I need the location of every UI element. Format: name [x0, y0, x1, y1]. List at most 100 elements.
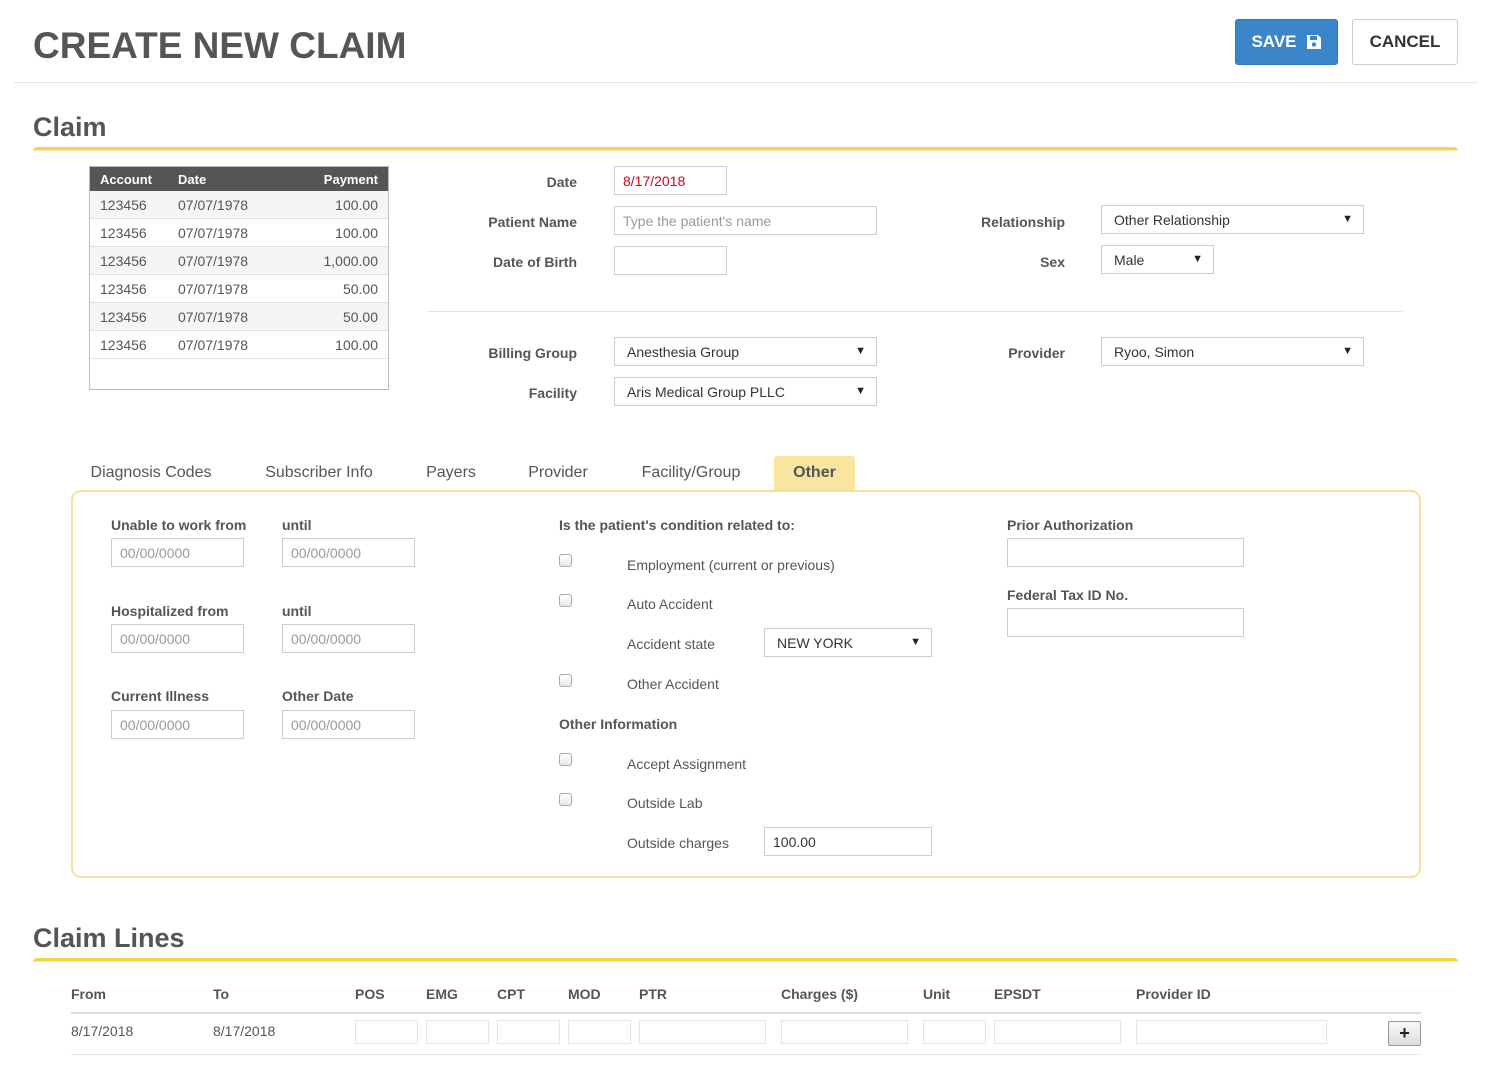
other-date-input[interactable]: 00/00/0000	[282, 710, 415, 739]
current-illness-input[interactable]: 00/00/0000	[111, 710, 244, 739]
date-cell: 07/07/1978	[178, 196, 249, 213]
header-divider	[14, 82, 1478, 83]
col-to: To	[213, 986, 230, 1002]
unable-until-input[interactable]: 00/00/0000	[282, 538, 415, 567]
line-cpt-input[interactable]	[497, 1020, 560, 1044]
claim-lines-header-divider	[71, 1012, 1421, 1014]
tab-other[interactable]: Other	[774, 456, 855, 490]
claim-lines-row-divider	[71, 1054, 1421, 1055]
line-pos-input[interactable]	[355, 1020, 418, 1044]
accident-state-label: Accident state	[627, 636, 715, 652]
account-cell: 123456	[100, 224, 147, 241]
date-label: Date	[546, 174, 577, 190]
col-from: From	[71, 986, 106, 1002]
payment-cell: 50.00	[342, 280, 378, 297]
table-row: 123456 07/07/1978 1,000.00	[90, 247, 388, 275]
caret-down-icon: ▼	[910, 636, 921, 648]
col-cpt: CPT	[497, 986, 525, 1002]
accept-assignment-label: Accept Assignment	[627, 756, 747, 772]
date-cell: 07/07/1978	[178, 252, 249, 269]
col-pos: POS	[355, 986, 385, 1002]
cancel-button[interactable]: CANCEL	[1352, 19, 1458, 65]
tab-subscriber-info[interactable]: Subscriber Info	[252, 456, 386, 490]
payment-cell: 100.00	[335, 224, 378, 241]
billing-group-select[interactable]: Anesthesia Group ▼	[614, 337, 877, 366]
payment-cell: 100.00	[335, 336, 378, 353]
other-accident-checkbox[interactable]	[559, 674, 572, 687]
save-button-label: SAVE	[1251, 32, 1297, 51]
relationship-label: Relationship	[980, 214, 1065, 230]
tab-payers[interactable]: Payers	[415, 456, 487, 490]
employment-checkbox[interactable]	[559, 554, 572, 567]
line-unit-input[interactable]	[923, 1020, 986, 1044]
provider-label: Provider	[1008, 345, 1065, 361]
date-field[interactable]: 8/17/2018	[614, 166, 727, 195]
page-title: CREATE NEW CLAIM	[33, 25, 407, 66]
floppy-disk-icon	[1306, 35, 1321, 49]
account-cell: 123456	[100, 252, 147, 269]
fed-tax-input[interactable]	[1007, 608, 1244, 637]
line-mod-input[interactable]	[568, 1020, 631, 1044]
line-epsdt-input[interactable]	[994, 1020, 1121, 1044]
relationship-select[interactable]: Other Relationship ▼	[1101, 205, 1364, 234]
payment-cell: 50.00	[342, 308, 378, 325]
table-row: 123456 07/07/1978 100.00	[90, 191, 388, 219]
unable-from-input[interactable]: 00/00/0000	[111, 538, 244, 567]
col-provider-id: Provider ID	[1136, 986, 1211, 1002]
condition-label: Is the patient's condition related to:	[559, 517, 795, 533]
dob-input[interactable]	[614, 246, 727, 275]
hosp-from-input[interactable]: 00/00/0000	[111, 624, 244, 653]
account-cell: 123456	[100, 196, 147, 213]
sex-select[interactable]: Male ▼	[1101, 245, 1214, 274]
facility-label: Facility	[528, 385, 577, 401]
line-to-value: 8/17/2018	[213, 1023, 276, 1039]
outside-charges-input[interactable]: 100.00	[764, 827, 932, 856]
outside-charges-label: Outside charges	[627, 835, 729, 851]
tab-provider[interactable]: Provider	[516, 456, 600, 490]
line-emg-input[interactable]	[426, 1020, 489, 1044]
line-ptr-input[interactable]	[639, 1020, 766, 1044]
hosp-from-label: Hospitalized from	[111, 603, 229, 619]
plus-icon: +	[1399, 1023, 1410, 1043]
accident-state-select[interactable]: NEW YORK ▼	[764, 628, 932, 657]
sex-label: Sex	[1040, 254, 1065, 270]
provider-select[interactable]: Ryoo, Simon ▼	[1101, 337, 1364, 366]
line-charges-input[interactable]	[781, 1020, 908, 1044]
tab-facility-group[interactable]: Facility/Group	[629, 456, 753, 490]
accept-assignment-checkbox[interactable]	[559, 753, 572, 766]
caret-down-icon: ▼	[1342, 213, 1353, 225]
current-illness-label: Current Illness	[111, 688, 210, 704]
provider-value: Ryoo, Simon	[1114, 343, 1195, 360]
patient-name-input[interactable]: Type the patient's name	[614, 206, 877, 235]
account-cell: 123456	[100, 308, 147, 325]
col-epsdt: EPSDT	[994, 986, 1041, 1002]
claim-lines-title: Claim Lines	[33, 923, 185, 953]
payment-cell: 100.00	[335, 196, 378, 213]
caret-down-icon: ▼	[1192, 253, 1203, 265]
payments-table: Account Date Payment 123456 07/07/1978 100…	[89, 166, 389, 390]
patient-name-label: Patient Name	[488, 214, 577, 230]
auto-accident-checkbox[interactable]	[559, 594, 572, 607]
line-provider-id-input[interactable]	[1136, 1020, 1327, 1044]
account-cell: 123456	[100, 280, 147, 297]
other-info-label: Other Information	[559, 716, 678, 732]
employment-label: Employment (current or previous)	[627, 557, 835, 573]
auto-accident-label: Auto Accident	[627, 596, 713, 612]
sex-value: Male	[1114, 251, 1145, 268]
accident-state-value: NEW YORK	[777, 634, 853, 651]
line-from-value: 8/17/2018	[71, 1023, 134, 1039]
tab-diagnosis-codes[interactable]: Diagnosis Codes	[79, 456, 223, 490]
col-emg: EMG	[426, 986, 458, 1002]
claim-lines-underline-shadow	[33, 961, 1458, 962]
unable-from-label: Unable to work from	[111, 517, 247, 533]
col-unit: Unit	[923, 986, 951, 1002]
outside-lab-checkbox[interactable]	[559, 793, 572, 806]
prior-auth-input[interactable]	[1007, 538, 1244, 567]
caret-down-icon: ▼	[1342, 345, 1353, 357]
col-account: Account	[100, 171, 152, 187]
save-button[interactable]: SAVE	[1235, 19, 1338, 65]
payment-cell: 1,000.00	[323, 252, 379, 269]
facility-select[interactable]: Aris Medical Group PLLC ▼	[614, 377, 877, 406]
hosp-until-input[interactable]: 00/00/0000	[282, 624, 415, 653]
add-line-button[interactable]: +	[1388, 1021, 1421, 1046]
